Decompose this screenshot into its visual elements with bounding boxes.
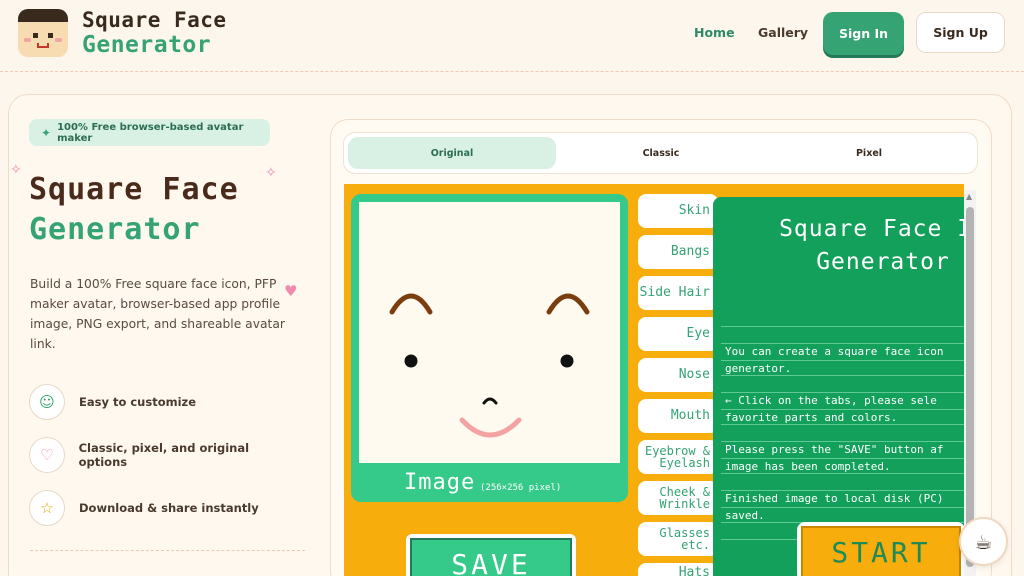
nose	[482, 397, 498, 405]
part-tab-bangs[interactable]: Bangs	[638, 235, 718, 269]
overlay-text: favorite parts and colors.	[725, 411, 898, 424]
feature-label: Classic, pixel, and original options	[78, 441, 250, 469]
tab-classic[interactable]: Classic	[558, 137, 764, 169]
part-tab-cheek[interactable]: Cheek & Wrinkle	[638, 481, 718, 515]
nav-home-link[interactable]: Home	[694, 25, 735, 40]
start-button-label: START	[801, 526, 961, 576]
part-tab-skin[interactable]: Skin	[638, 194, 718, 228]
tab-original[interactable]: Original	[348, 137, 556, 169]
smile-icon: ☺	[29, 384, 65, 420]
overlay-text: saved.	[725, 509, 765, 522]
overlay-text: Finished image to local disk (PC)	[725, 492, 944, 505]
image-label: Image	[404, 470, 476, 495]
sparkle-icon: ✧	[265, 165, 277, 181]
hero-title-line2: Generator	[29, 212, 201, 247]
scrollbar-thumb[interactable]	[966, 207, 974, 567]
save-button[interactable]: SAVE	[406, 534, 576, 576]
star-icon: ☆	[29, 490, 65, 526]
logo-icon[interactable]	[18, 9, 68, 57]
free-badge: ✦ 100% Free browser-based avatar maker	[29, 119, 270, 146]
right-eye	[560, 354, 574, 368]
right-eyebrow	[546, 293, 590, 315]
overlay-text: You can create a square face icon	[725, 345, 944, 358]
part-tab-nose[interactable]: Nose	[638, 358, 718, 392]
overlay-text: Please press the "SAVE" button af	[725, 443, 944, 456]
sign-in-button[interactable]: Sign In	[823, 12, 904, 55]
badge-label: 100% Free browser-based avatar maker	[57, 121, 244, 144]
overlay-text: image has been completed.	[725, 460, 891, 473]
scroll-up-icon[interactable]: ▲	[966, 192, 972, 201]
overlay-text: generator.	[725, 362, 792, 375]
part-tab-hats[interactable]: Hats	[638, 563, 718, 576]
part-tab-glasses[interactable]: Glasses etc.	[638, 522, 718, 556]
nav-gallery-link[interactable]: Gallery	[758, 25, 808, 40]
instructions-overlay: Square Face Ic Generator You can create …	[713, 197, 964, 576]
sparkle-icon: ✦	[41, 125, 52, 140]
feature-item: ☆ Download & share instantly	[29, 489, 299, 527]
left-eye	[404, 354, 418, 368]
part-tab-eyebrow[interactable]: Eyebrow & Eyelash	[638, 440, 718, 474]
save-button-label: SAVE	[410, 538, 572, 576]
brand-name-line2[interactable]: Generator	[82, 32, 211, 58]
overlay-text: ← Click on the tabs, please sele	[725, 394, 937, 407]
mouth	[459, 417, 522, 438]
face-drawing	[389, 293, 590, 438]
tab-pixel[interactable]: Pixel	[766, 137, 972, 169]
part-tab-side-hair[interactable]: Side Hair	[638, 276, 718, 310]
start-button[interactable]: START	[797, 522, 965, 576]
feature-item: ♡ Classic, pixel, and original options	[29, 436, 299, 474]
part-tab-mouth[interactable]: Mouth	[638, 399, 718, 433]
site-header: Square Face Generator Home Gallery Sign …	[0, 0, 1024, 72]
feature-label: Easy to customize	[79, 395, 197, 409]
image-size-label: (256×256 pixel)	[480, 483, 562, 493]
left-eyebrow	[389, 293, 433, 315]
coffee-icon[interactable]: ☕	[959, 517, 1008, 566]
face-preview	[359, 202, 620, 463]
feature-item: ☺ Easy to customize	[29, 383, 299, 421]
sparkle-icon: ✧	[10, 162, 22, 178]
heart-icon: ♡	[29, 437, 65, 473]
overlay-title-line2: Generator	[816, 249, 950, 275]
sign-up-button[interactable]: Sign Up	[916, 12, 1005, 53]
hero-description: Build a 100% Free square face icon, PFP …	[30, 277, 285, 351]
hero-title-line1: Square Face	[29, 172, 239, 207]
brand-name-line1[interactable]: Square Face	[82, 8, 227, 32]
feature-label: Download & share instantly	[79, 501, 259, 515]
overlay-title-line1: Square Face Ic	[779, 216, 964, 242]
divider	[30, 550, 305, 551]
part-tab-eye[interactable]: Eye	[638, 317, 718, 351]
